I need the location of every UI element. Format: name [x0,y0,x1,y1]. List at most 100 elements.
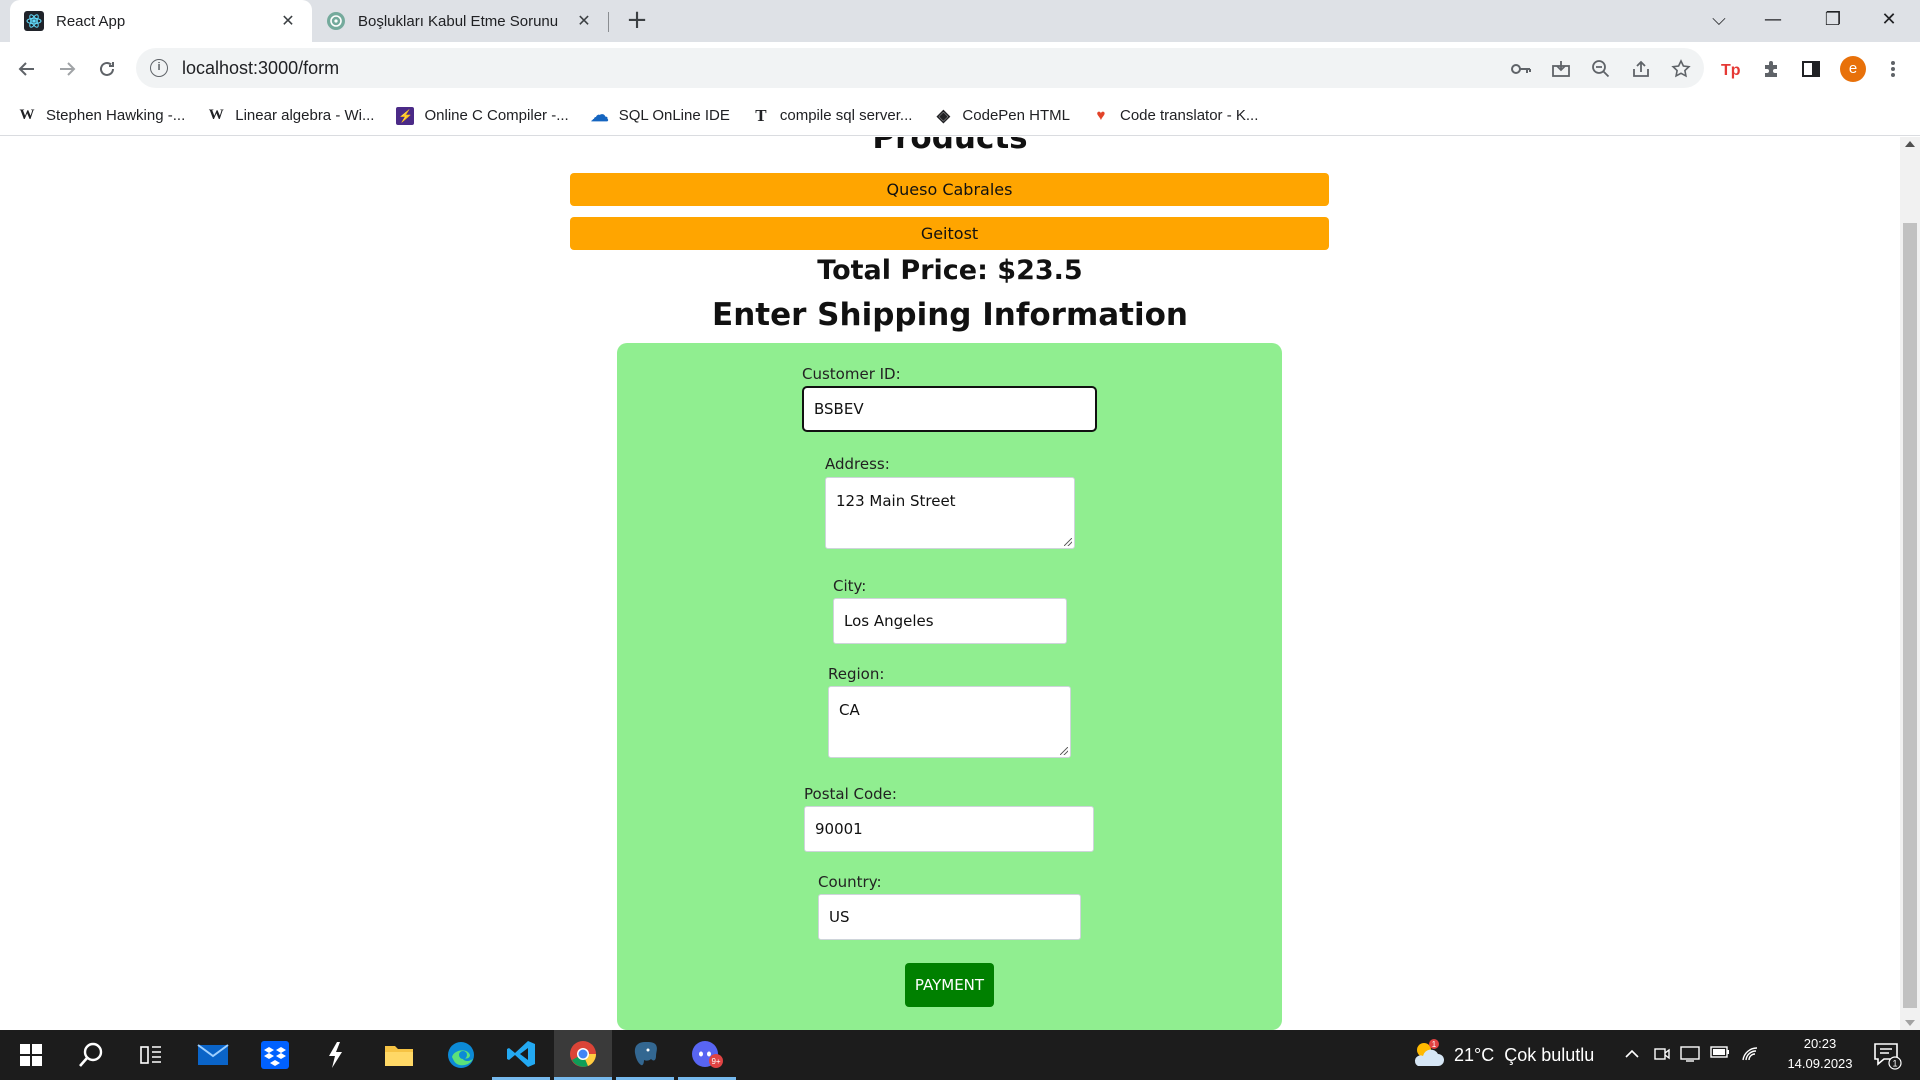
discord-icon[interactable]: 9+ [678,1030,736,1080]
bookmarks-bar: W Stephen Hawking -... W Linear algebra … [0,96,1920,136]
start-icon[interactable] [2,1030,60,1080]
task-view-icon[interactable] [122,1030,180,1080]
bookmark-online-c-compiler[interactable]: ⚡ Online C Compiler -... [396,106,569,125]
resize-handle-icon[interactable] [1064,538,1072,546]
resize-handle-icon[interactable] [1060,747,1068,755]
bookmark-star-icon[interactable] [1668,56,1694,82]
restore-button[interactable]: ❐ [1806,0,1860,38]
city-value: Los Angeles [844,612,934,630]
new-tab-button[interactable]: + [622,6,652,36]
install-app-icon[interactable] [1548,56,1574,82]
tab-boslukları[interactable]: Boşlukları Kabul Etme Sorunu ✕ [312,0,608,42]
url-text: localhost:3000/form [182,57,340,78]
back-icon[interactable] [10,52,44,86]
bookmark-sql-online-ide[interactable]: ☁ SQL OnLine IDE [590,105,730,125]
postal-code-input[interactable]: 90001 [804,806,1094,852]
notification-count: 1 [1892,1059,1897,1069]
city-input[interactable]: Los Angeles [833,598,1067,644]
product-button-queso-cabrales[interactable]: Queso Cabrales [570,173,1329,206]
notification-icon[interactable]: 1 [1872,1040,1902,1070]
windows-taskbar: 9+ 1 21°C Çok bulutlu 20:23 14.09.2023 1 [0,1030,1920,1080]
profile-avatar[interactable]: e [1840,56,1866,82]
customer-id-label: Customer ID: [802,365,901,383]
region-value: CA [839,701,860,719]
address-textarea[interactable]: 123 Main Street [825,477,1075,549]
share-icon[interactable] [1628,56,1654,82]
codepen-icon: ◈ [936,105,950,125]
tab-search-button[interactable]: ⌵ [1692,0,1746,38]
customer-id-value: BSBEV [814,400,864,418]
chatgpt-icon [326,11,346,31]
shipping-heading: Enter Shipping Information [712,297,1188,333]
chrome-icon[interactable] [554,1030,612,1080]
tab-title: Boşlukları Kabul Etme Sorunu [358,12,559,30]
weather-badge: 1 [1432,1040,1437,1049]
tab-title: React App [56,12,126,30]
site-info-icon[interactable]: i [150,59,168,77]
address-label: Address: [825,455,890,473]
product-button-geitost[interactable]: Geitost [570,217,1329,250]
meet-now-icon[interactable] [1652,1046,1672,1064]
zoom-out-icon[interactable] [1588,56,1614,82]
display-icon[interactable] [1680,1046,1700,1064]
file-explorer-icon[interactable] [370,1030,428,1080]
bookmark-code-translator[interactable]: ♥ Code translator - K... [1092,107,1259,125]
vscode-icon[interactable] [492,1030,550,1080]
wifi-icon[interactable] [1740,1046,1760,1064]
region-textarea[interactable]: CA [828,686,1071,758]
bookmark-codepen-html[interactable]: ◈ CodePen HTML [934,105,1070,125]
bookmark-label: compile sql server... [779,107,913,124]
svg-text:Tp: Tp [1721,62,1741,79]
bookmark-stephen-hawking[interactable]: W Stephen Hawking -... [18,107,186,125]
bookmark-linear-algebra[interactable]: W Linear algebra - Wi... [207,107,375,125]
sql-cloud-icon: ☁ [590,105,609,125]
country-value: US [829,908,850,926]
key-icon[interactable] [1508,56,1534,82]
translate-extension-icon[interactable]: Tp [1718,56,1744,82]
tab-react-app[interactable]: React App ✕ [10,0,312,42]
page-scrollbar[interactable] [1900,137,1920,1030]
close-tab-icon[interactable]: ✕ [574,11,594,31]
region-label: Region: [828,665,885,683]
postal-code-label: Postal Code: [804,785,897,803]
bookmark-label: CodePen HTML [962,107,1070,124]
close-tab-icon[interactable]: ✕ [278,11,298,31]
discord-badge: 9+ [711,1057,720,1066]
scrollbar-thumb[interactable] [1903,223,1917,1008]
dropbox-icon[interactable] [246,1030,304,1080]
bookmark-label: Stephen Hawking -... [46,107,186,124]
mail-icon[interactable] [184,1030,242,1080]
reload-icon[interactable] [90,52,124,86]
products-heading: Products [872,137,1028,156]
clock-time[interactable]: 20:23 [1770,1036,1870,1051]
bookmark-compile-sql-server[interactable]: T compile sql server... [752,106,913,125]
extensions-icon[interactable] [1758,56,1784,82]
minimize-button[interactable]: — [1746,0,1800,38]
forward-icon[interactable] [50,52,84,86]
close-window-button[interactable]: ✕ [1862,0,1916,38]
wikipedia-icon: W [19,107,35,123]
customer-id-input[interactable]: BSBEV [802,386,1097,432]
edge-icon[interactable] [432,1030,490,1080]
address-bar[interactable]: i localhost:3000/form [136,48,1704,88]
chrome-menu-icon[interactable] [1880,56,1906,82]
chevron-up-icon[interactable] [1622,1046,1642,1064]
scroll-down-icon[interactable] [1905,1020,1915,1026]
search-icon[interactable] [62,1030,120,1080]
battery-icon[interactable] [1710,1046,1730,1064]
tab-separator [608,12,609,32]
postgresql-icon[interactable] [616,1030,674,1080]
side-panel-icon[interactable] [1798,56,1824,82]
weather-text[interactable]: 21°C Çok bulutlu [1454,1045,1594,1066]
payment-button[interactable]: PAYMENT [905,963,994,1007]
react-icon [24,11,44,31]
bookmark-label: SQL OnLine IDE [618,107,730,124]
country-input[interactable]: US [818,894,1081,940]
weather-icon[interactable]: 1 [1410,1038,1446,1072]
bookmark-label: Code translator - K... [1119,107,1259,124]
scroll-up-icon[interactable] [1905,141,1915,147]
bookmark-label: Online C Compiler -... [424,107,569,124]
total-price: Total Price: $23.5 [817,255,1083,286]
clock-date[interactable]: 14.09.2023 [1770,1056,1870,1071]
nvidia-icon[interactable] [306,1030,364,1080]
